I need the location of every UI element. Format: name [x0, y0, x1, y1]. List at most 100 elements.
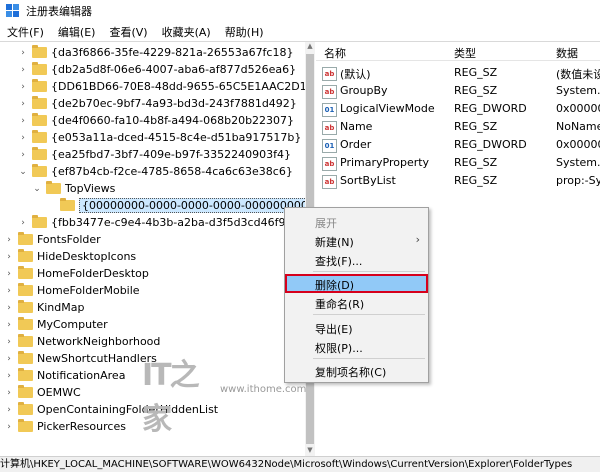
menu-help[interactable]: 帮助(H): [218, 24, 271, 40]
value-row[interactable]: ab SortByList REG_SZ prop:-Sy: [316, 172, 600, 190]
tree-item[interactable]: › {de2b70ec-9bf7-4a93-bd3d-243f7881d492}: [18, 95, 297, 112]
tree-item-expanded[interactable]: ⌄ {ef87b4cb-f2ce-4785-8658-4ca6c63e38c6}: [18, 163, 293, 180]
folder-open-icon: [46, 181, 61, 194]
menu-item-expand[interactable]: 展开: [285, 212, 428, 231]
tree-item[interactable]: › NetworkNeighborhood: [4, 333, 160, 350]
folder-icon: [32, 130, 47, 143]
value-row[interactable]: ab Name REG_SZ NoName: [316, 118, 600, 136]
reg-sz-icon: ab: [322, 67, 337, 81]
menu-separator: [313, 271, 425, 272]
status-path: 计算机\HKEY_LOCAL_MACHINE\SOFTWARE\WOW6432N…: [0, 459, 573, 470]
tree-item[interactable]: › {da3f6866-35fe-4229-821a-26553a67fc18}: [18, 44, 293, 61]
watermark-logo: IT之家: [142, 358, 200, 437]
chevron-right-icon[interactable]: ›: [4, 235, 14, 245]
value-row[interactable]: ab GroupBy REG_SZ System.S: [316, 82, 600, 100]
chevron-right-icon[interactable]: ›: [18, 133, 28, 143]
tree-item[interactable]: › MyComputer: [4, 316, 108, 333]
folder-icon: [60, 198, 75, 211]
folder-icon: [18, 317, 33, 330]
tree-item[interactable]: › {db2a5d8f-06e6-4007-aba6-af877d526ea6}: [18, 61, 296, 78]
chevron-right-icon[interactable]: ›: [18, 218, 28, 228]
folder-icon: [32, 113, 47, 126]
chevron-down-icon[interactable]: ⌄: [18, 167, 28, 177]
tree-item-selected[interactable]: {00000000-0000-0000-0000-000000000000}: [60, 197, 306, 214]
scroll-up-icon[interactable]: ▲: [305, 42, 315, 52]
tree-item[interactable]: › NewShortcutHandlers: [4, 350, 157, 367]
value-row[interactable]: ab PrimaryProperty REG_SZ System.S: [316, 154, 600, 172]
menu-view[interactable]: 查看(V): [102, 24, 154, 40]
chevron-right-icon[interactable]: ›: [18, 116, 28, 126]
folder-icon: [32, 96, 47, 109]
tree-item[interactable]: › {e053a11a-dced-4515-8c4e-d51ba917517b}: [18, 129, 301, 146]
values-header: 名称 类型 数据: [316, 42, 600, 61]
value-row[interactable]: ab (默认) REG_SZ (数值未设: [316, 64, 600, 82]
tree-item[interactable]: › NotificationArea: [4, 367, 125, 384]
folder-icon: [18, 368, 33, 381]
chevron-right-icon[interactable]: ›: [18, 48, 28, 58]
chevron-right-icon[interactable]: ›: [4, 269, 14, 279]
folder-icon: [32, 215, 47, 228]
tree-item[interactable]: › {DD61BD66-70E8-48dd-9655-65C5E1AAC2D1}: [18, 78, 306, 95]
folder-icon: [18, 232, 33, 245]
reg-sz-icon: ab: [322, 121, 337, 135]
chevron-right-icon[interactable]: ›: [4, 354, 14, 364]
chevron-right-icon: ›: [415, 233, 420, 246]
menu-favorites[interactable]: 收藏夹(A): [155, 24, 218, 40]
column-name[interactable]: 名称: [324, 45, 346, 61]
menu-file[interactable]: 文件(F): [0, 24, 51, 40]
tree-item[interactable]: › HomeFolderDesktop: [4, 265, 149, 282]
reg-sz-icon: ab: [322, 85, 337, 99]
chevron-right-icon[interactable]: ›: [4, 405, 14, 415]
scroll-down-icon[interactable]: ▼: [305, 446, 315, 456]
chevron-right-icon[interactable]: ›: [4, 286, 14, 296]
tree-item[interactable]: › HideDesktopIcons: [4, 248, 136, 265]
folder-icon: [18, 283, 33, 296]
menu-item-find[interactable]: 查找(F)...: [285, 250, 428, 269]
chevron-right-icon[interactable]: ›: [4, 371, 14, 381]
menu-item-export[interactable]: 导出(E): [285, 318, 428, 337]
tree-item[interactable]: › FontsFolder: [4, 231, 101, 248]
folder-icon: [18, 351, 33, 364]
chevron-right-icon[interactable]: ›: [4, 303, 14, 313]
reg-sz-icon: ab: [322, 175, 337, 189]
folder-icon: [18, 249, 33, 262]
chevron-right-icon[interactable]: ›: [4, 422, 14, 432]
menu-item-permissions[interactable]: 权限(P)...: [285, 337, 428, 356]
menu-separator: [313, 358, 425, 359]
tree-item[interactable]: › HomeFolderMobile: [4, 282, 140, 299]
reg-sz-icon: ab: [322, 157, 337, 171]
tree-item-topviews[interactable]: ⌄ TopViews: [32, 180, 115, 197]
tree-item[interactable]: › PickerResources: [4, 418, 126, 435]
chevron-right-icon[interactable]: ›: [4, 388, 14, 398]
tree-item[interactable]: › {fbb3477e-c9e4-4b3b-a2ba-d3f5d3cd46f9}: [18, 214, 292, 231]
chevron-right-icon[interactable]: ›: [18, 150, 28, 160]
column-type[interactable]: 类型: [454, 45, 476, 61]
chevron-right-icon[interactable]: ›: [18, 82, 28, 92]
tree-item[interactable]: › KindMap: [4, 299, 84, 316]
folder-icon: [18, 266, 33, 279]
status-bar: 计算机\HKEY_LOCAL_MACHINE\SOFTWARE\WOW6432N…: [0, 456, 600, 472]
menu-item-delete[interactable]: 删除(D): [285, 274, 428, 293]
menu-item-new[interactable]: 新建(N) ›: [285, 231, 428, 250]
menu-edit[interactable]: 编辑(E): [51, 24, 103, 40]
chevron-down-icon[interactable]: ⌄: [32, 184, 42, 194]
value-row[interactable]: 01 LogicalViewMode REG_DWORD 0x000000: [316, 100, 600, 118]
menu-item-copy-key-name[interactable]: 复制项名称(C): [285, 361, 428, 380]
tree-item[interactable]: › OEMWC: [4, 384, 81, 401]
chevron-right-icon[interactable]: ›: [4, 337, 14, 347]
chevron-right-icon[interactable]: ›: [18, 65, 28, 75]
context-menu: 展开 新建(N) › 查找(F)... 删除(D) 重命名(R) 导出(E) 权限…: [284, 207, 429, 383]
tree-item[interactable]: › {ea25fbd7-3bf7-409e-b97f-3352240903f4}: [18, 146, 291, 163]
folder-icon: [32, 45, 47, 58]
chevron-right-icon[interactable]: ›: [4, 252, 14, 262]
watermark-url: www.ithome.com: [220, 384, 307, 395]
menu-item-rename[interactable]: 重命名(R): [285, 293, 428, 312]
regedit-icon: [6, 4, 20, 18]
tree-item[interactable]: › {de4f0660-fa10-4b8f-a494-068b20b22307}: [18, 112, 294, 129]
folder-icon: [32, 147, 47, 160]
folder-open-icon: [32, 164, 47, 177]
column-data[interactable]: 数据: [556, 45, 578, 61]
chevron-right-icon[interactable]: ›: [4, 320, 14, 330]
value-row[interactable]: 01 Order REG_DWORD 0x000000: [316, 136, 600, 154]
chevron-right-icon[interactable]: ›: [18, 99, 28, 109]
